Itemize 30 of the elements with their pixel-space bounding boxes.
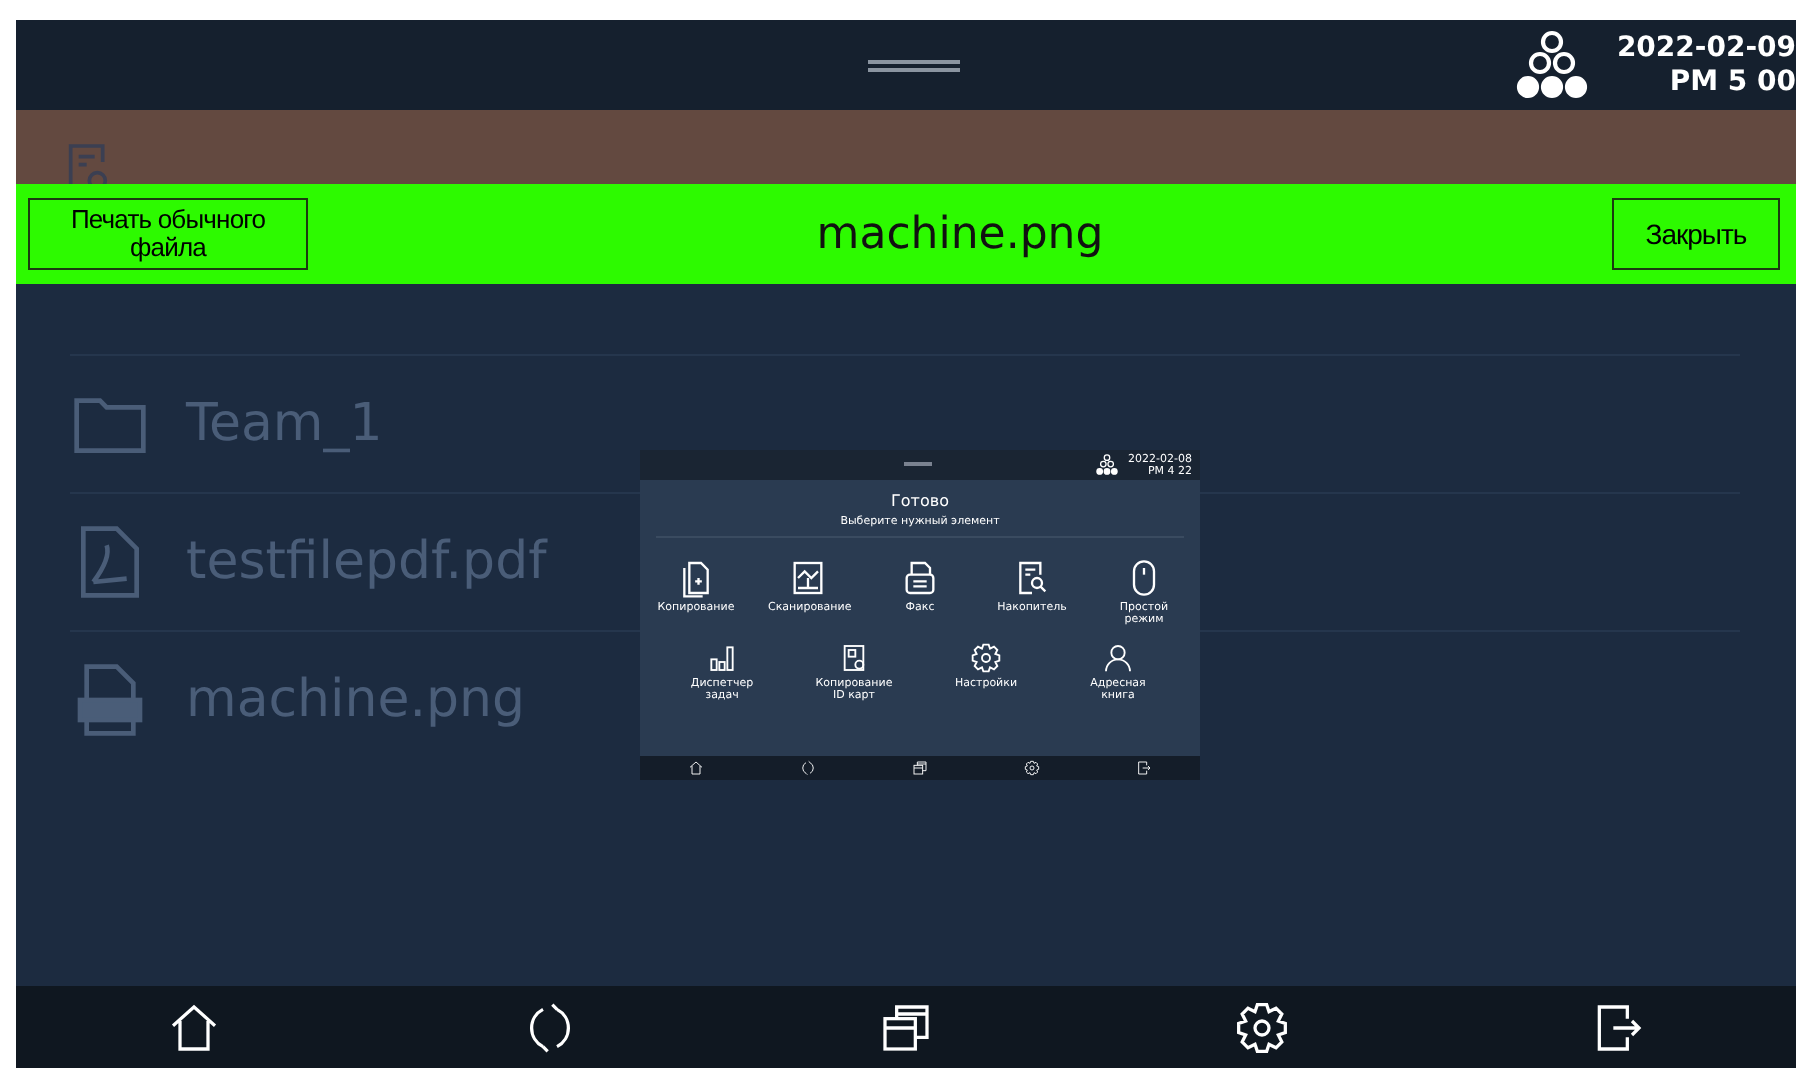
home-icon <box>166 999 222 1055</box>
print-button[interactable]: Печать обычного файла <box>28 198 308 270</box>
settings-icon <box>1234 999 1290 1055</box>
network-icon <box>1096 454 1119 476</box>
refresh-icon <box>800 760 816 776</box>
file-name[interactable]: machine.png <box>186 670 525 730</box>
fax-icon <box>900 558 940 598</box>
close-button[interactable]: Закрыть <box>1612 198 1780 270</box>
bar-chart-icon <box>706 642 738 674</box>
exit-icon <box>1136 760 1152 776</box>
home-icon <box>688 760 704 776</box>
windows-icon <box>878 999 934 1055</box>
home-button[interactable] <box>166 999 222 1055</box>
file-name: machine.png <box>814 209 1106 259</box>
settings-icon <box>970 642 1002 674</box>
drag-handle <box>904 462 932 466</box>
settings-icon <box>1024 760 1040 776</box>
person-icon <box>1102 642 1134 674</box>
file-name[interactable]: testfilepdf.pdf <box>186 532 547 592</box>
network-icon <box>1516 29 1589 101</box>
time-text: PM 5 00 <box>1669 65 1796 99</box>
file-name[interactable]: Team_1 <box>186 394 383 454</box>
id-card-icon <box>838 642 870 674</box>
status-title: Готово <box>889 492 951 510</box>
date-text: 2022-02-09 <box>1616 31 1796 65</box>
windows-icon <box>912 760 928 776</box>
drag-handle[interactable] <box>868 60 960 72</box>
windows-button[interactable] <box>878 999 934 1055</box>
settings-button[interactable] <box>1234 999 1290 1055</box>
scan-icon <box>788 558 828 598</box>
